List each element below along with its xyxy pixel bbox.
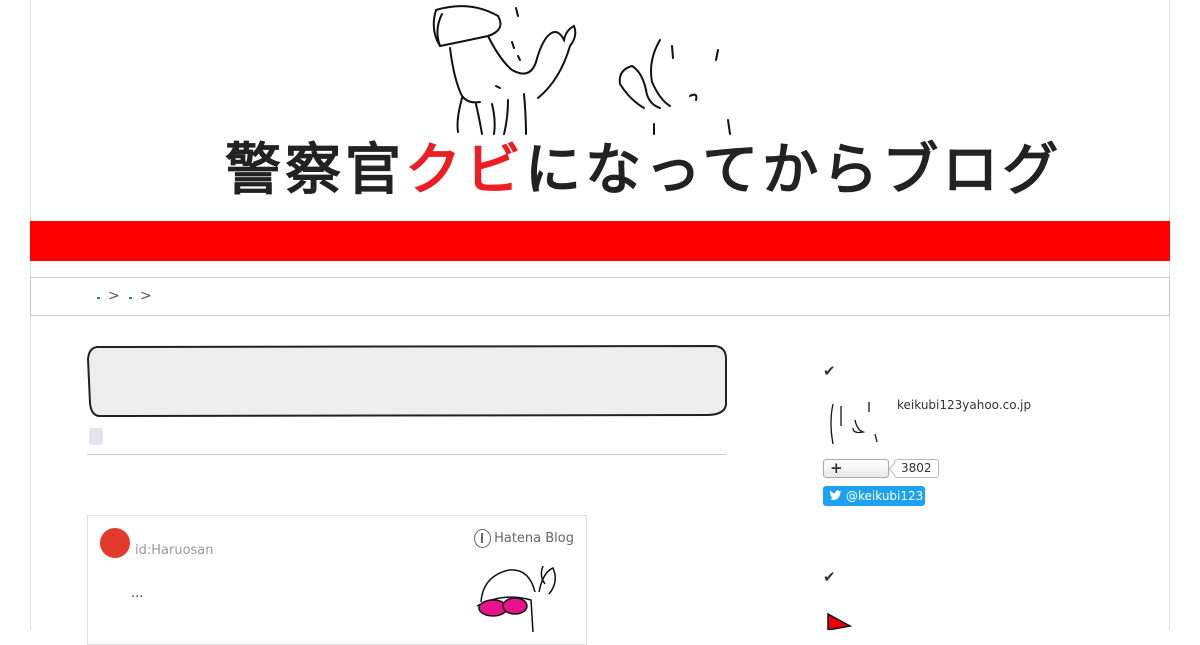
check-icon-2: ✔ xyxy=(823,568,836,586)
hatena-logo-icon xyxy=(474,529,492,548)
hatena-blog-logo[interactable]: Hatena Blog xyxy=(474,529,574,548)
site-title-highlight: クビ xyxy=(405,138,525,203)
site-header[interactable]: 警察官クビになってからブログ xyxy=(30,0,1170,221)
twitter-handle: @keikubi123 xyxy=(846,489,924,503)
entry-divider xyxy=(87,454,727,455)
author-id[interactable]: id:Haruosan xyxy=(135,543,214,558)
profile-icon[interactable] xyxy=(823,398,883,448)
category-tag[interactable] xyxy=(89,428,103,445)
site-title[interactable]: 警察官クビになってからブログ xyxy=(225,138,1062,204)
site-title-part1: 警察官 xyxy=(225,138,405,203)
blog-embed-card[interactable]: id:Haruosan Hatena Blog ... xyxy=(87,515,587,645)
plus-icon: + xyxy=(830,459,843,477)
entry-title-box xyxy=(87,345,727,417)
author-avatar xyxy=(100,528,130,558)
hatena-brand-label: Hatena Blog xyxy=(494,531,574,546)
check-icon: ✔ xyxy=(823,362,836,380)
breadcrumb-link-2[interactable] xyxy=(129,297,132,299)
breadcrumb-separator-2: > xyxy=(140,288,152,304)
breadcrumb: > > xyxy=(30,277,1170,316)
breadcrumb-separator-1: > xyxy=(108,288,120,304)
embed-thumbnail xyxy=(476,565,556,632)
breadcrumb-link-1[interactable] xyxy=(97,297,100,299)
global-nav-bar xyxy=(30,221,1170,261)
sidebar-item-icon[interactable] xyxy=(826,612,856,630)
embed-excerpt: ... xyxy=(131,586,144,601)
follower-count: 3802 xyxy=(894,459,939,478)
profile-email: keikubi123yahoo.co.jp xyxy=(897,398,1032,412)
site-title-part2: になってからブログ xyxy=(525,138,1063,203)
follow-button[interactable]: + xyxy=(823,459,889,478)
header-illustration xyxy=(432,5,731,135)
twitter-follow-button[interactable]: @keikubi123 xyxy=(823,486,925,506)
twitter-bird-icon xyxy=(829,490,842,500)
